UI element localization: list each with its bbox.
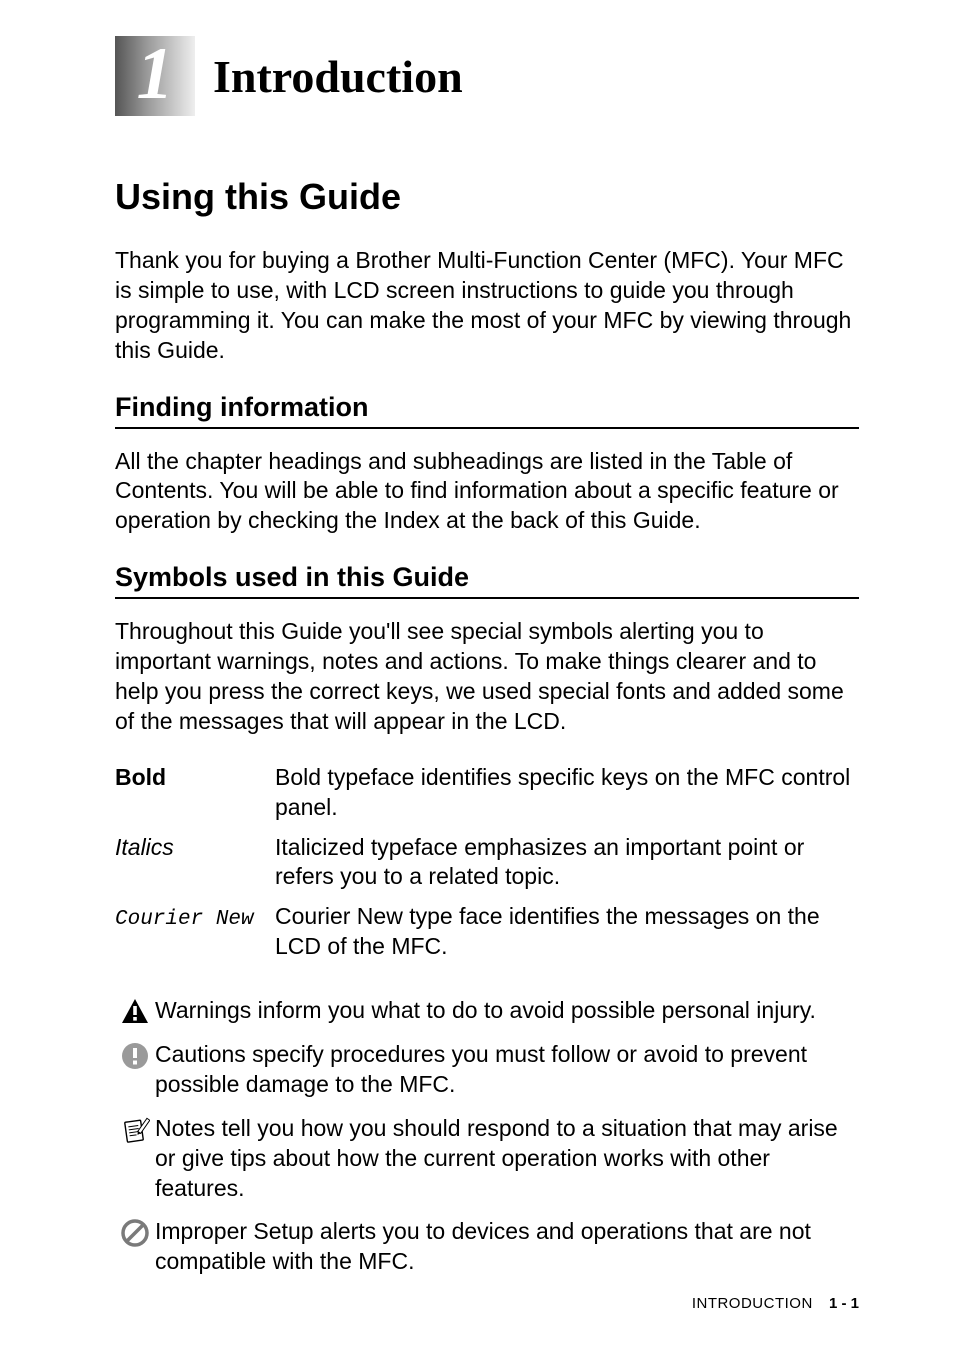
caution-icon — [115, 1040, 155, 1070]
subsection-finding-title: Finding information — [115, 392, 859, 429]
footer-label: INTRODUCTION — [692, 1295, 813, 1312]
symbol-row-warning: Warnings inform you what to do to avoid … — [115, 996, 859, 1026]
term-italics-desc: Italicized typeface emphasizes an import… — [275, 833, 859, 903]
symbol-caution-desc: Cautions specify procedures you must fol… — [155, 1040, 859, 1100]
subsection-symbols-title: Symbols used in this Guide — [115, 562, 859, 599]
table-row: Italics Italicized typeface emphasizes a… — [115, 833, 859, 903]
term-bold: Bold — [115, 764, 166, 790]
typeface-definitions: Bold Bold typeface identifies specific k… — [115, 763, 859, 972]
term-courier-desc: Courier New type face identifies the mes… — [275, 902, 859, 972]
term-courier: Courier New — [115, 908, 254, 931]
improper-setup-icon — [115, 1217, 155, 1247]
section-title: Using this Guide — [115, 176, 859, 218]
table-row: Courier New Courier New type face identi… — [115, 902, 859, 972]
symbol-row-note: Notes tell you how you should respond to… — [115, 1114, 859, 1204]
footer-page: 1 - 1 — [829, 1295, 859, 1312]
chapter-title: Introduction — [213, 50, 463, 103]
warning-icon — [115, 996, 155, 1024]
symbol-improper-desc: Improper Setup alerts you to devices and… — [155, 1217, 859, 1277]
section-intro: Thank you for buying a Brother Multi-Fun… — [115, 246, 859, 366]
term-italics: Italics — [115, 834, 174, 860]
subsection-symbols-body: Throughout this Guide you'll see special… — [115, 617, 859, 737]
symbol-row-caution: Cautions specify procedures you must fol… — [115, 1040, 859, 1100]
table-row: Bold Bold typeface identifies specific k… — [115, 763, 859, 833]
chapter-number: 1 — [137, 37, 174, 111]
symbol-warning-desc: Warnings inform you what to do to avoid … — [155, 996, 859, 1026]
term-bold-desc: Bold typeface identifies specific keys o… — [275, 763, 859, 833]
chapter-header: 1 Introduction — [115, 36, 859, 116]
symbol-note-desc: Notes tell you how you should respond to… — [155, 1114, 859, 1204]
page-footer: INTRODUCTION 1 - 1 — [692, 1295, 859, 1312]
note-icon — [115, 1114, 155, 1146]
chapter-number-badge: 1 — [115, 36, 195, 116]
subsection-finding-body: All the chapter headings and subheadings… — [115, 447, 859, 537]
symbol-row-improper: Improper Setup alerts you to devices and… — [115, 1217, 859, 1277]
